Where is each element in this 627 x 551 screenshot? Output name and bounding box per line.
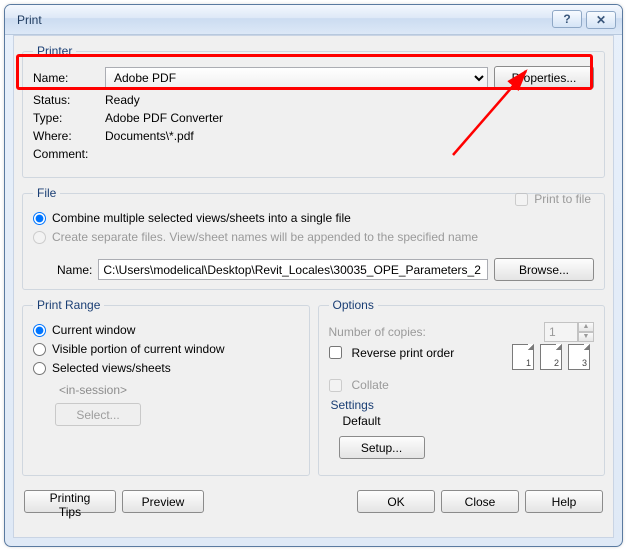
visible-portion-label: Visible portion of current window xyxy=(52,342,225,356)
options-legend: Options xyxy=(329,298,378,312)
reverse-row[interactable]: Reverse print order 1 2 3 xyxy=(329,346,595,376)
collate-row: Collate xyxy=(329,378,595,392)
printer-legend: Printer xyxy=(33,44,76,58)
separate-radio-row: Create separate files. View/sheet names … xyxy=(33,230,594,244)
ok-button[interactable]: OK xyxy=(357,490,435,513)
close-button[interactable]: Close xyxy=(441,490,519,513)
settings-default: Default xyxy=(343,414,595,428)
combine-radio[interactable] xyxy=(33,212,46,225)
separate-label: Create separate files. View/sheet names … xyxy=(52,230,478,244)
selected-views-radio[interactable] xyxy=(33,362,46,375)
properties-button[interactable]: Properties... xyxy=(494,66,594,89)
reverse-label: Reverse print order xyxy=(352,346,509,360)
client-area: Printer Name: Adobe PDF Properties... St… xyxy=(13,35,614,538)
file-name-label: Name: xyxy=(57,263,92,277)
selected-views-row[interactable]: Selected views/sheets xyxy=(33,361,299,375)
settings-head: Settings xyxy=(331,398,595,412)
copies-input xyxy=(544,322,578,342)
printer-name-select[interactable]: Adobe PDF xyxy=(105,67,488,89)
visible-portion-row[interactable]: Visible portion of current window xyxy=(33,342,299,356)
status-value: Ready xyxy=(105,93,140,107)
close-icon[interactable]: ✕ xyxy=(586,11,616,29)
file-path-input[interactable] xyxy=(98,259,488,280)
print-to-file-label: Print to file xyxy=(534,192,591,206)
current-window-row[interactable]: Current window xyxy=(33,323,299,337)
options-group: Options Number of copies: ▲▼ Reverse pri… xyxy=(318,298,606,476)
comment-label: Comment: xyxy=(33,147,99,161)
copies-label: Number of copies: xyxy=(329,325,541,339)
type-value: Adobe PDF Converter xyxy=(105,111,223,125)
type-label: Type: xyxy=(33,111,99,125)
where-label: Where: xyxy=(33,129,99,143)
printer-name-label: Name: xyxy=(33,71,99,85)
window-title: Print xyxy=(17,13,42,27)
collate-checkbox xyxy=(329,379,342,392)
collate-label: Collate xyxy=(352,378,389,392)
chevron-up-icon: ▲ xyxy=(578,322,594,332)
combine-radio-row[interactable]: Combine multiple selected views/sheets i… xyxy=(33,211,594,225)
print-to-file-checkbox xyxy=(515,193,528,206)
printer-group: Printer Name: Adobe PDF Properties... St… xyxy=(22,44,605,178)
browse-button[interactable]: Browse... xyxy=(494,258,594,281)
print-range-group: Print Range Current window Visible porti… xyxy=(22,298,310,476)
setup-button[interactable]: Setup... xyxy=(339,436,425,459)
help-button[interactable]: Help xyxy=(525,490,603,513)
combine-label: Combine multiple selected views/sheets i… xyxy=(52,211,351,225)
where-value: Documents\*.pdf xyxy=(105,129,194,143)
print-to-file-row: Print to file xyxy=(515,192,591,206)
copies-row: Number of copies: ▲▼ xyxy=(329,322,595,342)
print-range-legend: Print Range xyxy=(33,298,104,312)
window-buttons: ? ✕ xyxy=(552,11,616,29)
status-label: Status: xyxy=(33,93,99,107)
select-button: Select... xyxy=(55,403,141,426)
printing-tips-button[interactable]: Printing Tips xyxy=(24,490,116,513)
current-window-label: Current window xyxy=(52,323,135,337)
preview-button[interactable]: Preview xyxy=(122,490,204,513)
titlebar: Print ? ✕ xyxy=(5,5,622,35)
help-icon[interactable]: ? xyxy=(552,10,582,28)
current-window-radio[interactable] xyxy=(33,324,46,337)
in-session-text: <in-session> xyxy=(59,383,299,397)
print-dialog: Print ? ✕ Printer Name: Adobe PDF Proper… xyxy=(4,4,623,547)
chevron-down-icon: ▼ xyxy=(578,332,594,342)
separate-radio xyxy=(33,231,46,244)
collate-icons: 1 2 3 xyxy=(512,344,594,374)
bottom-bar: Printing Tips Preview OK Close Help xyxy=(14,484,613,513)
selected-views-label: Selected views/sheets xyxy=(52,361,171,375)
copies-spinner: ▲▼ xyxy=(544,322,594,342)
reverse-checkbox[interactable] xyxy=(329,346,342,359)
file-legend: File xyxy=(33,186,60,200)
visible-portion-radio[interactable] xyxy=(33,343,46,356)
